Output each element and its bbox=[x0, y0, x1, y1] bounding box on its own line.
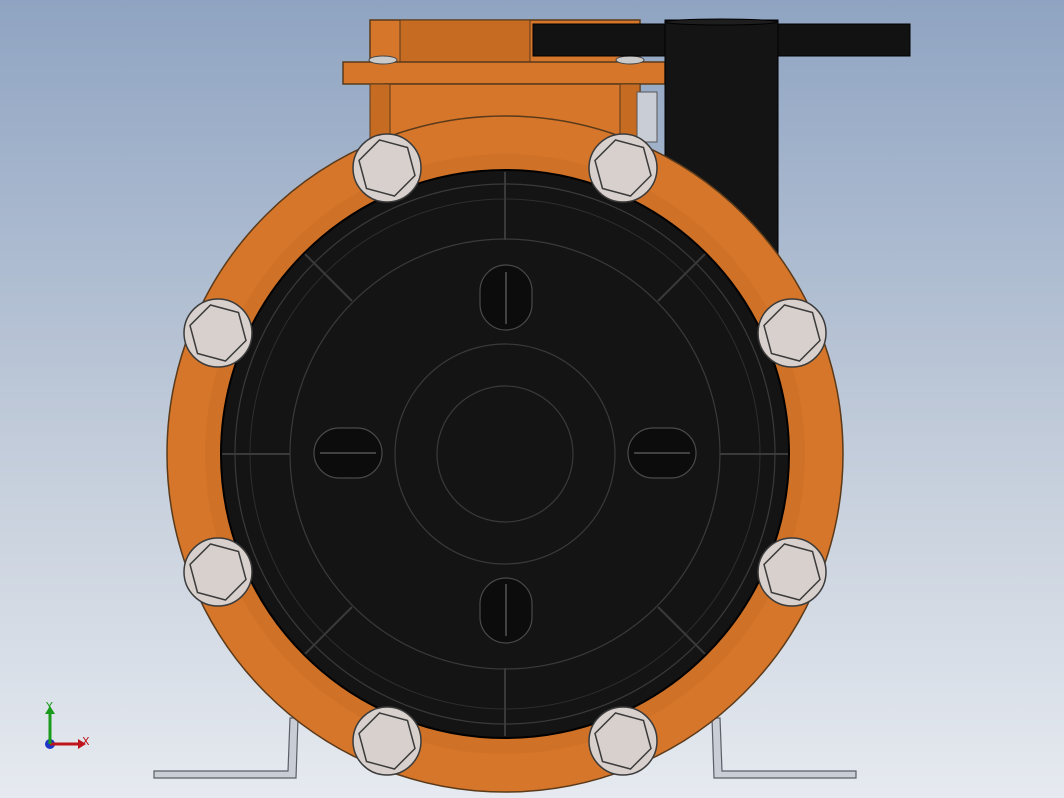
bolt-bottom-left-icon bbox=[352, 706, 422, 776]
bolt-upper-left-icon bbox=[183, 298, 253, 368]
y-axis-label: Y bbox=[46, 700, 53, 713]
mounting-foot-right bbox=[711, 717, 857, 779]
x-axis-icon bbox=[50, 739, 86, 749]
bolt-upper-right-icon bbox=[757, 298, 827, 368]
bolt-top-right-icon bbox=[588, 133, 658, 203]
bolt-bottom-right-icon bbox=[588, 706, 658, 776]
mounting-foot-left bbox=[153, 717, 299, 779]
bolt-lower-left-icon bbox=[183, 537, 253, 607]
pump-front-view bbox=[153, 18, 911, 793]
bolt-top-left-icon bbox=[352, 133, 422, 203]
cad-viewport[interactable]: X Y bbox=[0, 0, 1064, 798]
x-axis-label: X bbox=[82, 735, 90, 748]
bolt-lower-right-icon bbox=[757, 537, 827, 607]
pump-cover bbox=[220, 169, 790, 739]
